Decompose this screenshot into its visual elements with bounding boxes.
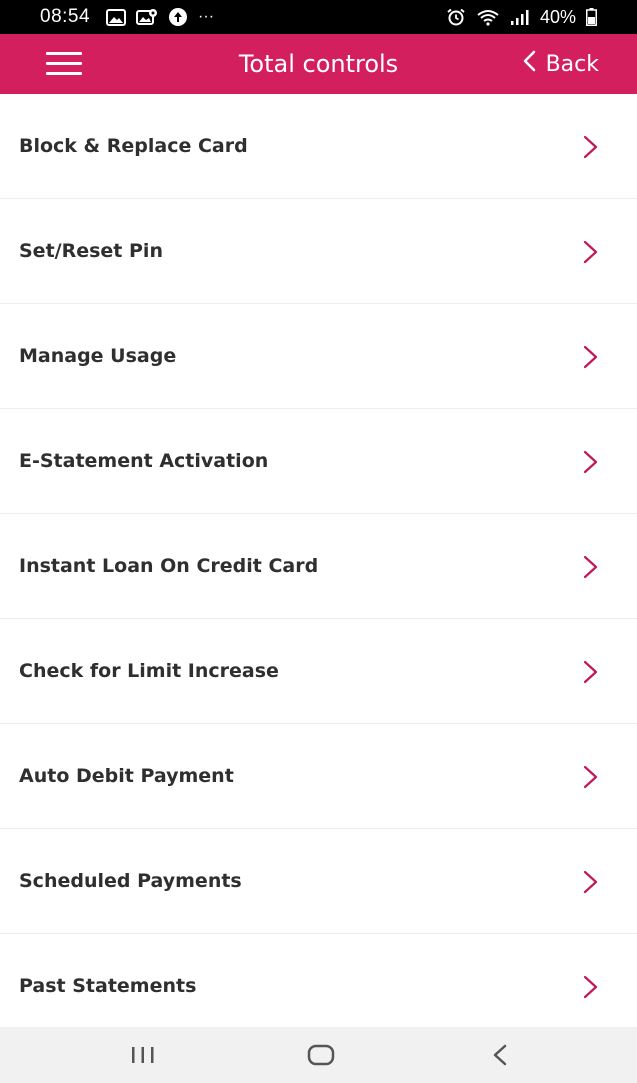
home-button[interactable]: [302, 1039, 338, 1071]
battery-icon: [586, 8, 597, 26]
chevron-right-icon: [583, 765, 598, 789]
menu-item[interactable]: Set/Reset Pin: [0, 199, 637, 304]
app-bar: Total controls Back: [0, 34, 637, 94]
menu-item[interactable]: Scheduled Payments: [0, 829, 637, 934]
chevron-right-icon: [583, 870, 598, 894]
system-navigation-bar: [0, 1027, 637, 1083]
menu-item[interactable]: Past Statements: [0, 934, 637, 1039]
menu-item-label: Manage Usage: [19, 345, 177, 367]
back-nav-button[interactable]: [482, 1039, 518, 1071]
menu-item[interactable]: Block & Replace Card: [0, 94, 637, 199]
hamburger-icon: [46, 52, 82, 55]
gallery-icon: [106, 8, 127, 26]
recents-button[interactable]: [125, 1039, 161, 1071]
menu-item-label: Instant Loan On Credit Card: [19, 555, 319, 577]
menu-item[interactable]: Instant Loan On Credit Card: [0, 514, 637, 619]
chevron-right-icon: [583, 660, 598, 684]
data-saver-icon: [168, 7, 188, 27]
home-icon: [307, 1044, 335, 1066]
chevron-right-icon: [583, 450, 598, 474]
menu-item-label: Scheduled Payments: [19, 870, 242, 892]
hamburger-icon-line: [46, 62, 82, 65]
chevron-right-icon: [583, 555, 598, 579]
status-right: 40%: [446, 7, 597, 28]
hamburger-menu-button[interactable]: [46, 52, 82, 76]
recents-icon: [132, 1047, 154, 1063]
battery-percent: 40%: [539, 6, 576, 27]
back-nav-icon: [493, 1044, 507, 1066]
menu-item-label: E-Statement Activation: [19, 450, 269, 472]
back-button[interactable]: Back: [522, 34, 599, 94]
menu-item-label: Block & Replace Card: [19, 135, 248, 157]
menu-item-label: Set/Reset Pin: [19, 240, 163, 262]
back-label: Back: [545, 51, 599, 77]
menu-item[interactable]: Check for Limit Increase: [0, 619, 637, 724]
chevron-right-icon: [583, 975, 598, 999]
menu-item[interactable]: Auto Debit Payment: [0, 724, 637, 829]
signal-icon: [510, 8, 530, 26]
menu-item[interactable]: E-Statement Activation: [0, 409, 637, 514]
status-left: 08:54 ···: [40, 6, 214, 28]
photo-location-icon: [136, 8, 158, 26]
menu-item-label: Auto Debit Payment: [19, 765, 234, 787]
menu-item[interactable]: Manage Usage: [0, 304, 637, 409]
alarm-icon: [446, 8, 466, 26]
screen: 08:54 ··· 40% Total controls Back Block …: [0, 0, 637, 1083]
total-controls-list: Block & Replace Card Set/Reset Pin Manage …: [0, 94, 637, 1039]
more-notifications-icon: ···: [198, 8, 215, 25]
chevron-left-icon: [522, 50, 536, 78]
status-bar: 08:54 ··· 40%: [0, 0, 637, 34]
chevron-right-icon: [583, 135, 598, 159]
chevron-right-icon: [583, 345, 598, 369]
menu-item-label: Check for Limit Increase: [19, 660, 279, 682]
hamburger-icon-line: [46, 72, 82, 75]
status-time: 08:54: [40, 6, 91, 27]
chevron-right-icon: [583, 240, 598, 264]
wifi-icon: [476, 8, 500, 26]
menu-item-label: Past Statements: [19, 975, 197, 997]
